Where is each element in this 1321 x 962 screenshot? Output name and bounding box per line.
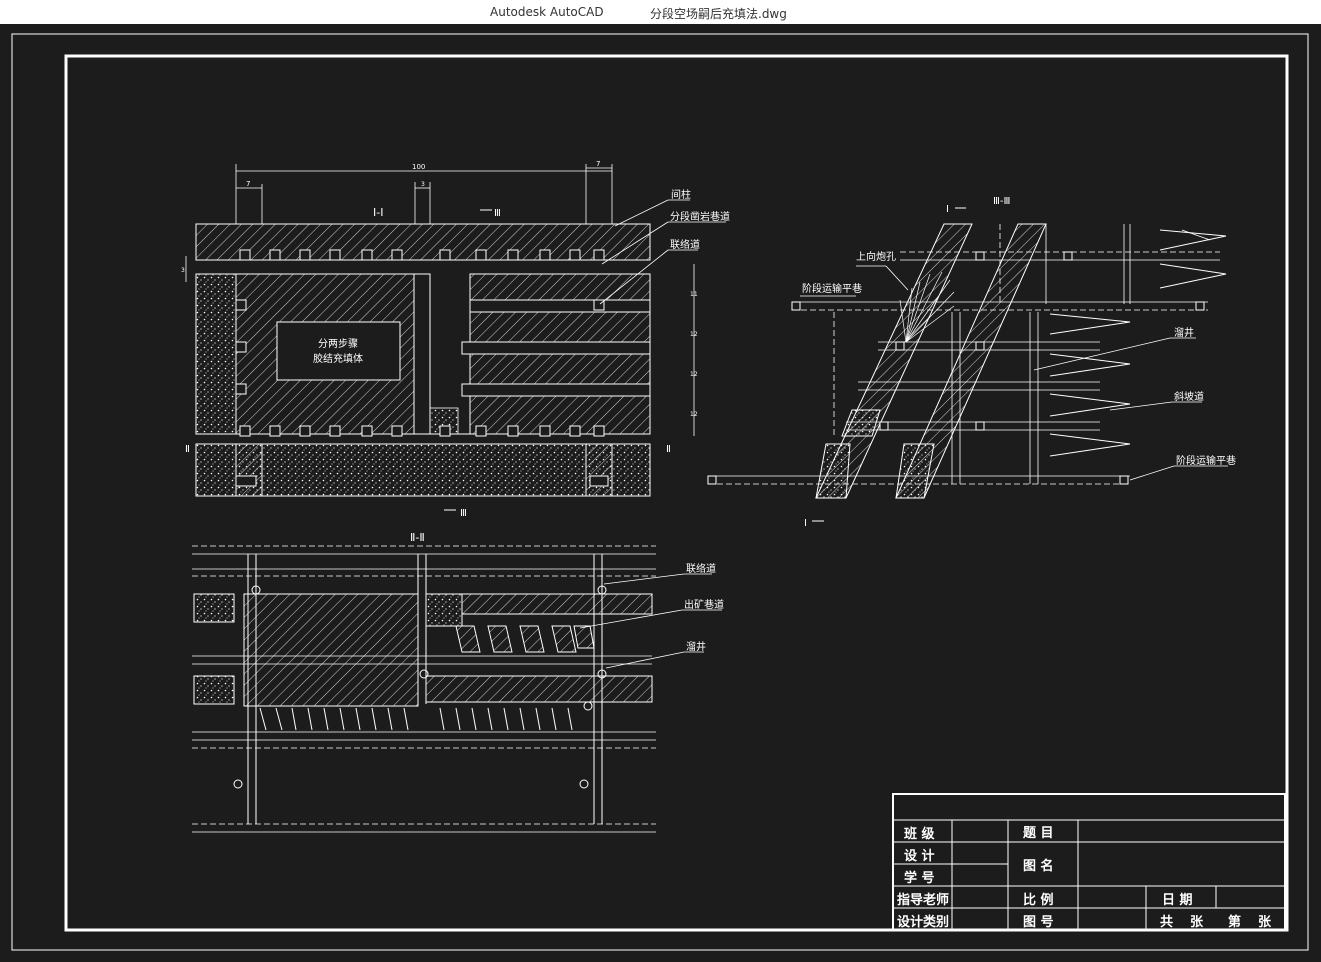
callout-3-orepass: 溜井	[1174, 326, 1194, 339]
dim-side: 3	[181, 267, 185, 274]
section-2-title: Ⅱ-Ⅱ	[410, 531, 425, 544]
callout-2-mucking-drift: 出矿巷道	[684, 598, 724, 611]
rdim-3: 12	[690, 371, 698, 378]
tb-date: 日 期	[1162, 893, 1193, 908]
dim-right: 7	[596, 160, 600, 168]
stope-label-2: 胶结充填体	[313, 352, 363, 365]
callout-drilling-drift: 分段凿岩巷道	[670, 210, 730, 223]
dim-top: 100	[412, 163, 425, 171]
cut-mark-bottom: Ⅲ	[460, 508, 467, 519]
tb-design-type: 设计类别	[897, 914, 949, 930]
callout-2-crosscut: 联络道	[686, 562, 716, 575]
tb-advisor: 指导老师	[897, 892, 949, 908]
tb-scale: 比 例	[1023, 892, 1054, 908]
tb-sheets-index: 第	[1228, 914, 1241, 930]
window-titlebar: Autodesk AutoCAD 分段空场嗣后充填法.dwg	[0, 0, 1321, 24]
drawing-canvas[interactable]: 100 7 7 3 3 分两步骤 胶结充填体 11 12 12 12 Ⅰ-Ⅰ Ⅲ…	[0, 24, 1321, 962]
section-3-3: Ⅲ-Ⅲ Ⅰ Ⅰ 上向炮孔 阶段运输平巷 溜井 斜坡道 阶段运输平巷	[707, 196, 1236, 529]
tb-class: 班 级	[904, 826, 936, 842]
tb-sheets-unit-2: 张	[1258, 915, 1272, 930]
section-1-1: 100 7 7 3 3 分两步骤 胶结充填体 11 12 12 12 Ⅰ-Ⅰ Ⅲ…	[181, 160, 730, 519]
callout-3-haulage-upper: 阶段运输平巷	[802, 282, 862, 295]
callout-2-orepass: 溜井	[686, 640, 706, 653]
cut-mark-3-bottom: Ⅰ	[804, 518, 807, 529]
section-1-title: Ⅰ-Ⅰ	[373, 206, 383, 219]
cut-mark-top: Ⅲ	[494, 208, 501, 219]
cut-mark-3-top: Ⅰ	[946, 204, 949, 215]
tb-drawing-name: 图 名	[1023, 858, 1054, 874]
tb-student-id: 学 号	[904, 870, 935, 886]
callout-3-haulage-lower: 阶段运输平巷	[1176, 454, 1236, 467]
rdim-2: 12	[690, 331, 698, 338]
stope-label-1: 分两步骤	[318, 338, 358, 350]
title-block	[892, 793, 1286, 931]
tb-sheets-total: 共	[1160, 914, 1173, 930]
tb-subject: 题 目	[1023, 826, 1054, 841]
cad-drawing: 100 7 7 3 3 分两步骤 胶结充填体 11 12 12 12 Ⅰ-Ⅰ Ⅲ…	[11, 33, 1309, 951]
dim-left: 7	[246, 180, 250, 188]
callout-3-ramp: 斜坡道	[1174, 390, 1204, 403]
cut-mark-right: Ⅱ	[666, 444, 671, 455]
callout-pillar: 间柱	[671, 188, 691, 201]
tb-drawing-no: 图 号	[1023, 915, 1054, 930]
cut-mark-left: Ⅱ	[185, 444, 190, 455]
callout-crosscut: 联络道	[670, 238, 700, 251]
section-2-2: Ⅱ-Ⅱ 联络道 出矿巷道 溜井	[192, 531, 724, 833]
section-3-title: Ⅲ-Ⅲ	[993, 196, 1010, 207]
app-name: Autodesk AutoCAD	[490, 5, 604, 19]
tb-design: 设 计	[904, 848, 935, 864]
tb-sheets-unit-1: 张	[1190, 915, 1204, 930]
rdim-1: 11	[690, 291, 698, 298]
rdim-4: 12	[690, 411, 698, 418]
document-name: 分段空场嗣后充填法.dwg	[650, 7, 787, 21]
dim-mid: 3	[421, 181, 425, 188]
callout-3-upholes: 上向炮孔	[856, 250, 896, 263]
